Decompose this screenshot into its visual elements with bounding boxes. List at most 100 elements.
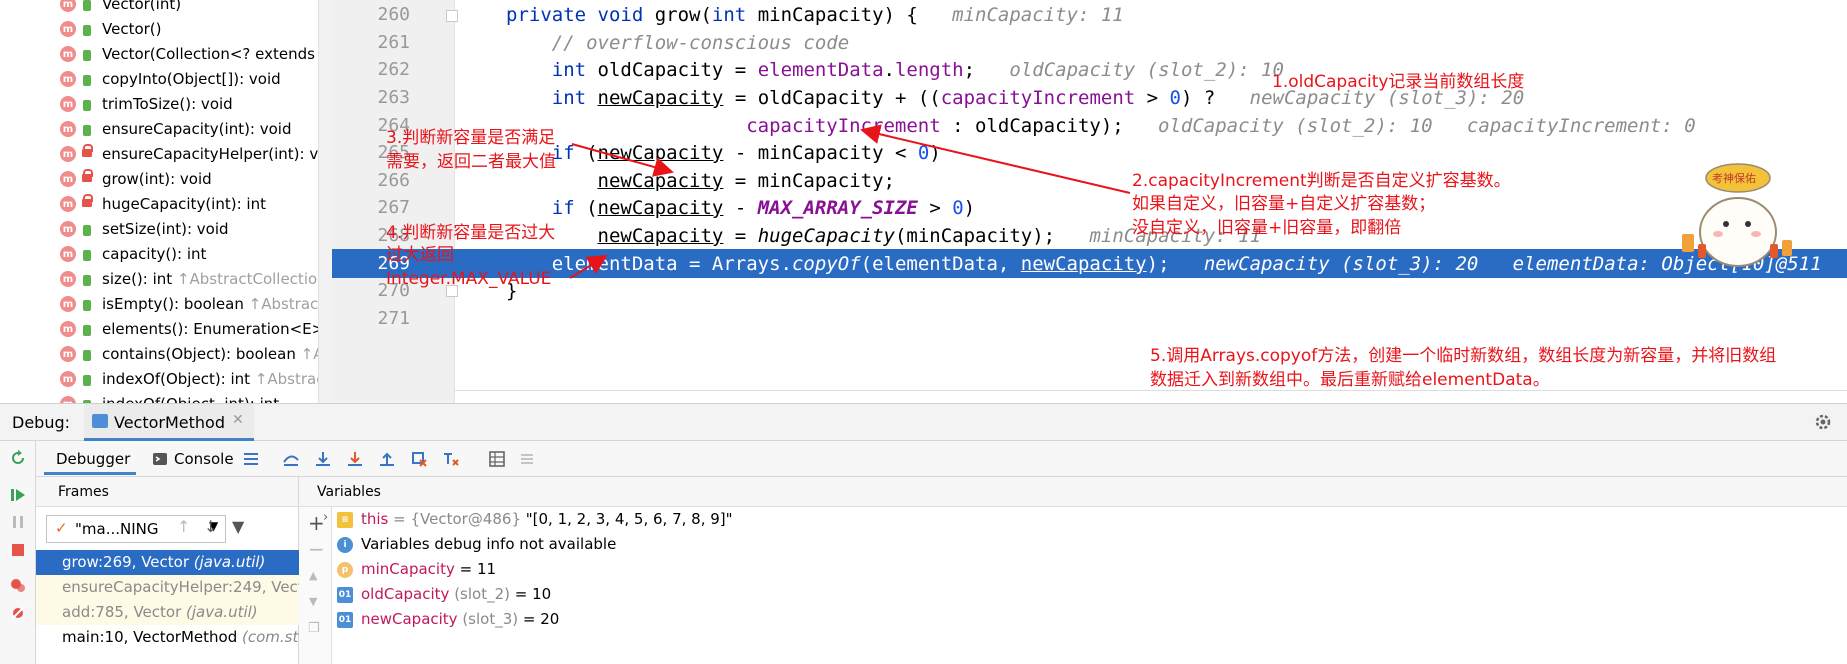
method-signature: ensureCapacityHelper(int): void [102, 145, 332, 163]
arrow-up-icon[interactable]: ↑ [177, 517, 190, 536]
gear-icon[interactable] [1814, 413, 1832, 431]
method-icon: m [60, 346, 76, 362]
arrow-down-icon[interactable]: ↓ [204, 517, 217, 536]
structure-item-label: ensureCapacity(int): void [102, 120, 292, 138]
run-to-cursor-icon[interactable] [442, 450, 460, 468]
thread-name: "ma...NING [75, 520, 159, 538]
variable-value: = 20 [518, 610, 560, 628]
pause-icon[interactable] [10, 514, 26, 530]
debugger-label: Debugger [56, 450, 131, 468]
remove-watch-icon[interactable]: − [308, 537, 325, 561]
method-icon: m [60, 96, 76, 112]
method-icon: m [60, 171, 76, 187]
fold-marker-icon[interactable] [446, 10, 458, 22]
frame-method: grow:269, Vector [62, 553, 194, 571]
frame-item[interactable]: ensureCapacityHelper:249, Vecto [36, 575, 299, 600]
move-up-icon[interactable]: ▲ [309, 569, 317, 582]
variable-name: minCapacity [361, 560, 455, 578]
rerun-icon[interactable] [10, 450, 26, 466]
method-icon: m [60, 46, 76, 62]
method-signature: size(): int [102, 270, 177, 288]
method-signature: capacity(): int [102, 245, 207, 263]
stop-icon[interactable] [10, 542, 26, 558]
step-over-icon[interactable] [314, 450, 332, 468]
structure-item-label: grow(int): void [102, 170, 212, 188]
public-icon [83, 100, 91, 111]
mute-breakpoints-icon[interactable] [10, 605, 26, 621]
variable-row[interactable]: 01 newCapacity (slot_3) = 20 [332, 608, 1032, 633]
structure-scrollbar[interactable] [318, 0, 332, 403]
step-into-icon[interactable] [346, 450, 364, 468]
lock-icon [82, 194, 93, 207]
tab-debugger[interactable]: Debugger [56, 448, 130, 470]
frames-header: Frames [36, 477, 298, 507]
frame-method: main:10, VectorMethod [62, 628, 242, 646]
frame-package: (java.util) [186, 603, 258, 621]
frame-item[interactable]: add:785, Vector (java.util) [36, 600, 299, 625]
expand-arrow-icon[interactable]: › [323, 510, 328, 525]
variables-header: Variables [299, 477, 1847, 507]
resume-icon[interactable] [10, 487, 26, 503]
annotation-2-line-2: 如果自定义，旧容量+自定义扩容基数； [1132, 194, 1436, 214]
variable-name: this [361, 510, 389, 528]
duplicate-icon[interactable]: ❐ [308, 621, 320, 636]
structure-item-label: setSize(int): void [102, 220, 229, 238]
public-icon [83, 75, 91, 86]
line-number: 267 [377, 197, 410, 218]
line-number: 260 [377, 4, 410, 25]
evaluate-icon[interactable] [488, 450, 506, 468]
filter-icon[interactable]: ▼ [232, 517, 244, 536]
method-icon: m [60, 371, 76, 387]
public-icon [83, 0, 91, 11]
annotation-2-line-3: 没自定义，旧容量+旧容量，即翻倍 [1132, 218, 1402, 238]
method-icon: m [60, 71, 76, 87]
code-text: private void grow(int minCapacity) { min… [506, 4, 1124, 26]
frame-item[interactable]: main:10, VectorMethod (com.sto [36, 625, 299, 650]
current-execution-line[interactable]: 269 elementData = Arrays.copyOf(elementD… [332, 249, 1847, 278]
debug-tool-header: Debug: VectorMethod ✕ [0, 403, 1847, 441]
move-down-icon[interactable]: ▼ [309, 595, 317, 608]
variable-meta: (slot_3) [457, 610, 519, 628]
tab-vectormethod[interactable]: VectorMethod ✕ [84, 404, 254, 441]
drop-frame-icon[interactable] [410, 450, 428, 468]
lock-icon [82, 144, 93, 157]
method-icon: m [60, 0, 76, 12]
method-signature: Vector(Collection<? extends E> [102, 45, 332, 63]
step-out-icon[interactable] [378, 450, 396, 468]
frame-item[interactable]: grow:269, Vector (java.util) [36, 550, 299, 575]
method-signature: hugeCapacity(int): int [102, 195, 266, 213]
public-icon [83, 325, 91, 336]
code-text: newCapacity = minCapacity; [597, 170, 895, 192]
annotation-1: 1.oldCapacity记录当前数组长度 [1272, 72, 1525, 92]
menu-lines-icon[interactable] [242, 450, 260, 468]
variable-row[interactable]: p minCapacity = 11 [332, 558, 1032, 583]
close-icon[interactable]: ✕ [232, 412, 244, 428]
variable-value: Variables debug info not available [361, 535, 617, 553]
variable-row[interactable]: 01 oldCapacity (slot_2) = 10 [332, 583, 1032, 608]
structure-item-label: hugeCapacity(int): int [102, 195, 266, 213]
trace-icon [521, 454, 533, 464]
method-signature: copyInto(Object[]): void [102, 70, 281, 88]
code-line[interactable]: 271 [332, 304, 1847, 336]
code-editor[interactable]: 260 private void grow(int minCapacity) {… [332, 0, 1847, 403]
public-icon [83, 300, 91, 311]
annotation-5-line-2: 数据迁入到新数组中。最后重新赋给elementData。 [1150, 370, 1550, 390]
tab-console[interactable]: Console [174, 448, 234, 470]
method-signature: Vector() [102, 20, 162, 38]
variable-name: newCapacity [361, 610, 458, 628]
variable-row[interactable]: › ≡ this = {Vector@486} "[0, 1, 2, 3, 4,… [323, 508, 1032, 533]
info-icon: i [337, 537, 353, 553]
annotation-5-line-1: 5.调用Arrays.copyof方法，创建一个临时新数组，数组长度为新容量，并… [1150, 346, 1777, 366]
thread-selector[interactable]: ✓ "ma...NING ▼ [46, 515, 226, 543]
structure-item-label: contains(Object): boolean ↑Abs [102, 345, 332, 363]
structure-item-label: trimToSize(): void [102, 95, 233, 113]
structure-panel: m Vector(int) m Vector() m Vector(Collection<… [0, 0, 332, 403]
method-signature: trimToSize(): void [102, 95, 233, 113]
method-signature: indexOf(Object, int): int [102, 395, 279, 403]
variable-row[interactable]: i Variables debug info not available [332, 533, 1032, 558]
show-execution-point-icon[interactable] [282, 450, 300, 468]
method-icon: m [60, 296, 76, 312]
method-icon: m [60, 146, 76, 162]
view-breakpoints-icon[interactable] [10, 577, 26, 593]
structure-item-label: isEmpty(): boolean ↑AbstractCo [102, 295, 332, 313]
